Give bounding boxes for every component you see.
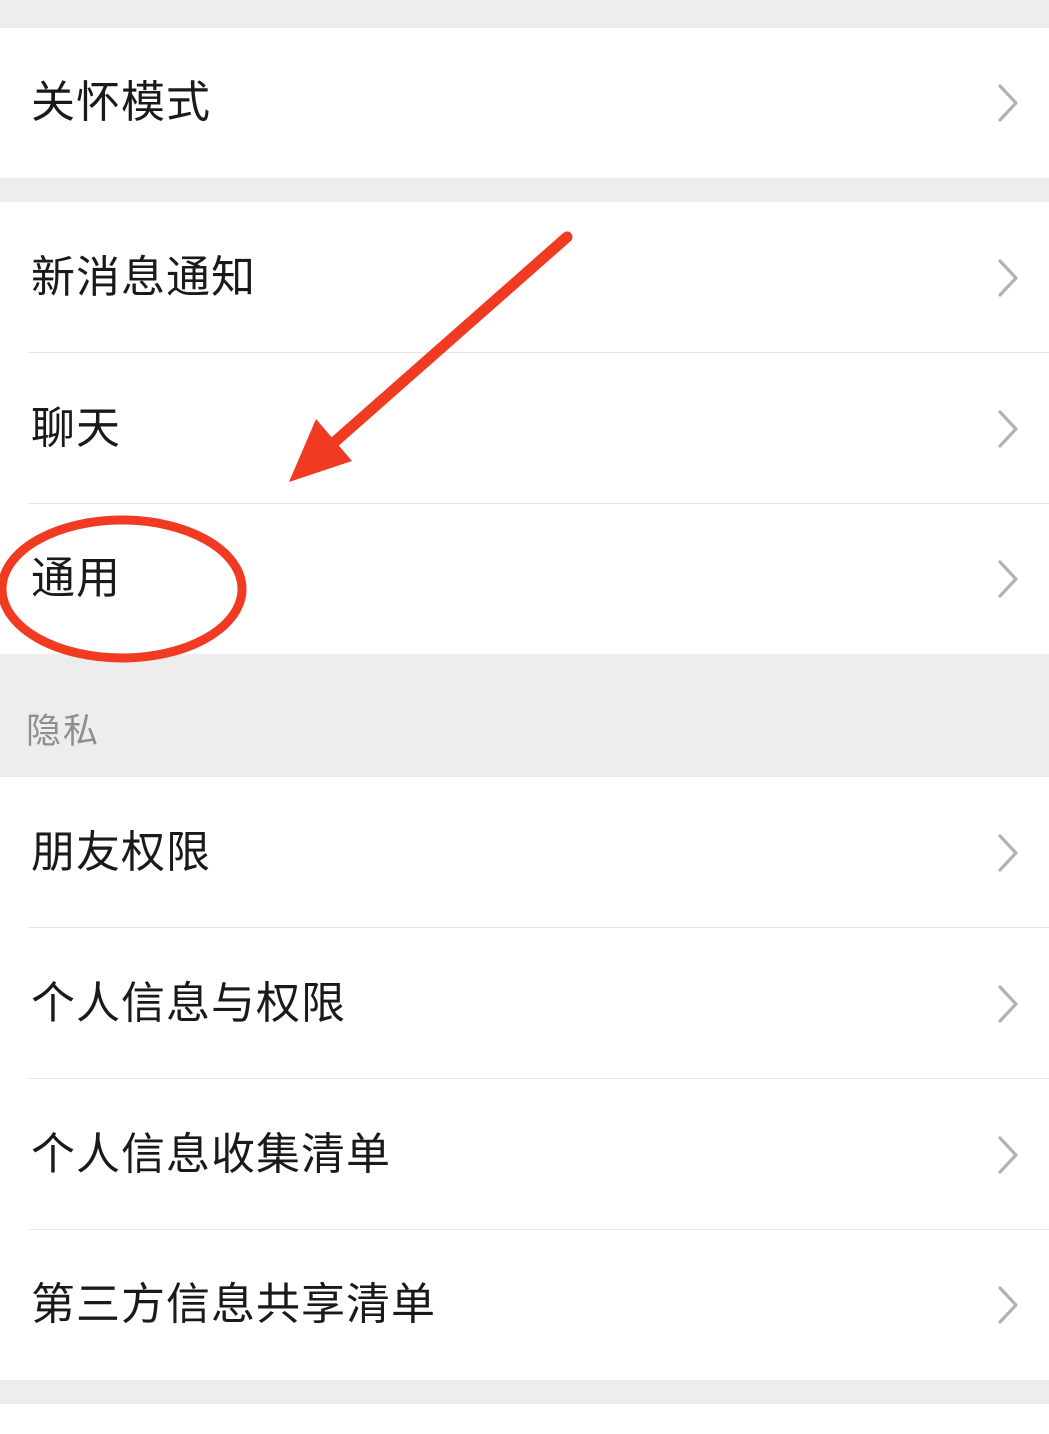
settings-row-info-collection-list[interactable]: 个人信息收集清单 — [0, 1079, 1049, 1230]
settings-row-general[interactable]: 通用 — [0, 504, 1049, 654]
settings-screen: 关怀模式 新消息通知 聊天 通用 隐私 朋友权限 个人信息与权限 个人信息收集清… — [0, 0, 1049, 1434]
settings-row-care-mode[interactable]: 关怀模式 — [0, 28, 1049, 178]
settings-group-general: 新消息通知 聊天 通用 — [0, 202, 1049, 654]
settings-row-personal-info-permissions[interactable]: 个人信息与权限 — [0, 928, 1049, 1079]
row-label: 第三方信息共享清单 — [31, 1279, 436, 1330]
settings-group-privacy: 朋友权限 个人信息与权限 个人信息收集清单 第三方信息共享清单 — [0, 777, 1049, 1380]
section-title: 隐私 — [26, 712, 101, 752]
chevron-right-icon — [998, 984, 1018, 1023]
chevron-right-icon — [998, 258, 1018, 297]
chevron-right-icon — [998, 1135, 1018, 1174]
row-label: 个人信息收集清单 — [31, 1128, 391, 1180]
settings-row-friend-permissions[interactable]: 朋友权限 — [0, 777, 1049, 928]
settings-row-third-party-sharing-list[interactable]: 第三方信息共享清单 — [0, 1230, 1049, 1380]
chevron-right-icon — [998, 833, 1018, 872]
chevron-right-icon — [998, 409, 1018, 448]
row-label: 朋友权限 — [31, 826, 211, 878]
chevron-right-icon — [998, 84, 1018, 122]
row-label: 关怀模式 — [31, 77, 211, 128]
settings-group-next — [0, 1404, 1049, 1434]
row-label: 新消息通知 — [31, 251, 256, 303]
row-label: 聊天 — [31, 402, 121, 454]
settings-group-care: 关怀模式 — [0, 28, 1049, 178]
section-header-privacy: 隐私 — [0, 655, 1049, 776]
row-label: 通用 — [31, 553, 121, 604]
chevron-right-icon — [998, 1286, 1018, 1324]
row-label: 个人信息与权限 — [31, 977, 346, 1029]
settings-row-notifications[interactable]: 新消息通知 — [0, 202, 1049, 353]
chevron-right-icon — [998, 560, 1018, 598]
settings-row-chat[interactable]: 聊天 — [0, 353, 1049, 504]
